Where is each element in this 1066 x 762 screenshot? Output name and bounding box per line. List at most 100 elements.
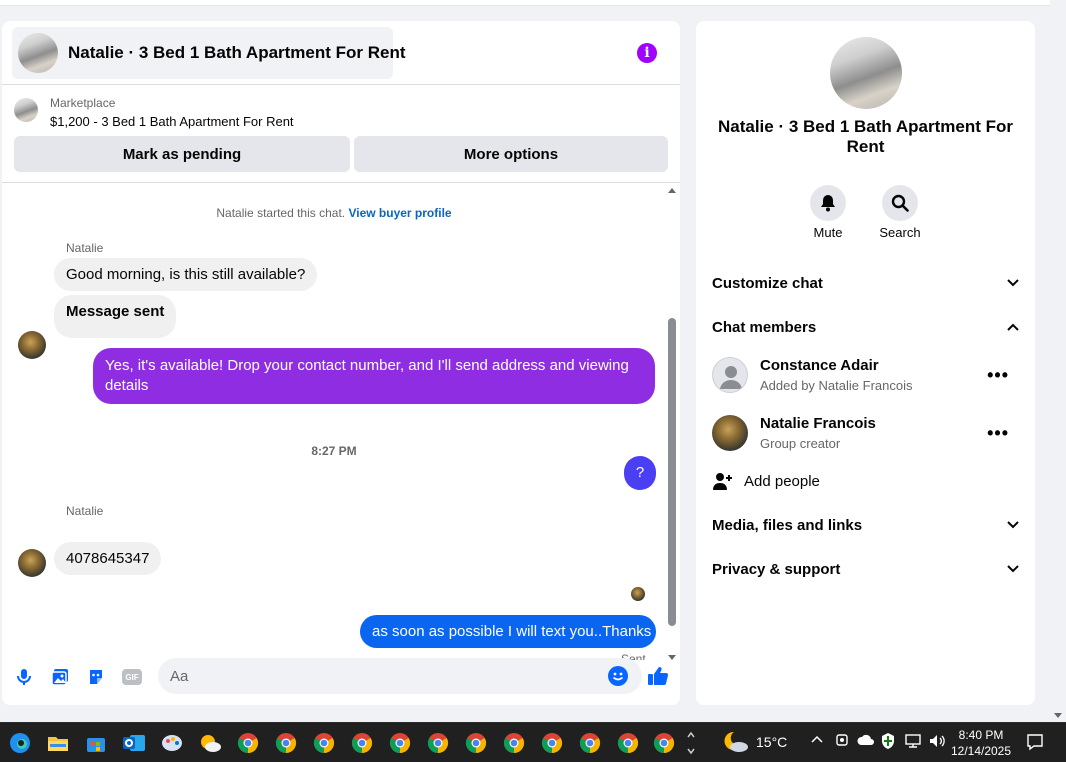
chrome-icon[interactable] [350, 731, 374, 755]
chrome-icon[interactable] [312, 731, 336, 755]
chrome-icon[interactable] [502, 731, 526, 755]
more-options-button[interactable]: More options [354, 136, 668, 172]
incoming-message[interactable]: Good morning, is this still available? [54, 258, 318, 291]
outgoing-message[interactable]: ? [624, 456, 656, 490]
read-receipt-avatar [631, 587, 645, 601]
outlook-icon[interactable] [122, 731, 146, 755]
chrome-icon[interactable] [426, 731, 450, 755]
chevron-down-icon [1007, 565, 1019, 573]
natalie-avatar [712, 415, 748, 451]
scroll-up-icon[interactable] [668, 188, 676, 193]
scroll-thumb[interactable] [668, 318, 676, 626]
outgoing-message[interactable]: as soon as possible I will text you..Tha… [360, 615, 656, 648]
volume-icon[interactable] [928, 733, 946, 752]
member-options-icon[interactable]: ••• [987, 365, 1009, 386]
message-thread[interactable]: Natalie started this chat. View buyer pr… [2, 184, 666, 660]
meet-now-icon[interactable] [834, 732, 850, 751]
taskbar-overflow-scroller[interactable] [686, 727, 696, 759]
listing-avatar [18, 33, 58, 73]
member-row[interactable]: Natalie Francois Group creator ••• [712, 415, 1019, 455]
page-scroll-down-icon[interactable] [1054, 713, 1062, 718]
listing-thumbnail[interactable] [14, 98, 38, 122]
listing-title-link[interactable]: $1,200 - 3 Bed 1 Bath Apartment For Rent [50, 114, 294, 129]
clock[interactable]: 8:40 PM 12/14/2025 [950, 727, 1012, 759]
view-buyer-profile-link[interactable]: View buyer profile [348, 206, 451, 220]
incoming-message[interactable]: 4078645347 [54, 542, 162, 575]
weather-icon[interactable] [722, 729, 750, 760]
chat-header: Natalie · 3 Bed 1 Bath Apartment For Ren… [2, 21, 680, 85]
media-files-label: Media, files and links [712, 516, 863, 534]
search-button[interactable]: Search [872, 185, 928, 240]
timestamp-divider: 8:27 PM [311, 444, 357, 458]
page-scrollbar[interactable] [1050, 0, 1066, 722]
natalie-avatar[interactable] [18, 331, 46, 359]
add-people-label: Add people [744, 472, 820, 490]
network-icon[interactable] [904, 733, 922, 752]
system-message: Natalie started this chat. View buyer pr… [2, 206, 666, 220]
search-label: Search [879, 225, 921, 240]
paint-icon[interactable] [160, 731, 184, 755]
member-row[interactable]: Constance Adair Added by Natalie Francoi… [712, 357, 1019, 397]
chat-members-label: Chat members [712, 318, 817, 336]
gif-glyph: GIF [122, 669, 142, 685]
privacy-support-row[interactable]: Privacy & support [712, 557, 1019, 581]
edge-icon[interactable] [8, 731, 32, 755]
incoming-message[interactable]: Message sent [54, 295, 177, 338]
weather-temperature[interactable]: 15°C [756, 734, 787, 750]
sender-name: Natalie [66, 241, 104, 255]
chat-details-panel: Natalie · 3 Bed 1 Bath Apartment For Ren… [696, 21, 1035, 705]
store-icon[interactable] [84, 731, 108, 755]
file-explorer-icon[interactable] [46, 731, 70, 755]
system-tray: 15°C 8:40 PM 12/14/2025 [700, 723, 1066, 762]
sticker-icon[interactable] [86, 667, 106, 687]
chrome-icon[interactable] [388, 731, 412, 755]
emoji-icon[interactable] [608, 666, 628, 686]
message-input-wrapper[interactable] [158, 658, 642, 694]
member-name: Natalie Francois [760, 415, 876, 432]
chrome-icon[interactable] [578, 731, 602, 755]
mark-as-pending-button[interactable]: Mark as pending [14, 136, 350, 172]
privacy-support-label: Privacy & support [712, 560, 841, 578]
browser-top-edge [0, 0, 1050, 6]
message-input[interactable] [158, 658, 598, 694]
chat-header-title-button[interactable]: Natalie · 3 Bed 1 Bath Apartment For Ren… [12, 27, 406, 79]
media-files-row[interactable]: Media, files and links [712, 513, 1019, 537]
outgoing-message[interactable]: Yes, it's available! Drop your contact n… [93, 348, 655, 404]
chevron-down-icon [1007, 521, 1019, 529]
chrome-icon[interactable] [236, 731, 260, 755]
show-hidden-icons-icon[interactable] [810, 732, 824, 749]
chat-details-title: Natalie · 3 Bed 1 Bath Apartment For Ren… [717, 117, 1014, 156]
security-shield-icon[interactable] [880, 732, 896, 753]
member-name: Constance Adair [760, 357, 879, 374]
microphone-icon[interactable] [14, 667, 34, 687]
notifications-icon[interactable] [1026, 733, 1044, 754]
mute-button[interactable]: Mute [800, 185, 856, 240]
gif-icon[interactable]: GIF [122, 667, 142, 687]
chrome-icon[interactable] [274, 731, 298, 755]
natalie-avatar[interactable] [18, 549, 46, 577]
thumbs-up-icon[interactable] [647, 665, 669, 687]
chrome-icon[interactable] [464, 731, 488, 755]
mute-label: Mute [813, 225, 843, 240]
marketplace-label: Marketplace [50, 96, 116, 110]
chrome-icon[interactable] [616, 731, 640, 755]
default-avatar-icon [712, 357, 748, 393]
weather-app-icon[interactable] [198, 731, 222, 755]
add-person-icon [713, 473, 732, 490]
chat-members-row[interactable]: Chat members [712, 315, 1019, 339]
chrome-icon[interactable] [540, 731, 564, 755]
add-people-row[interactable]: Add people [712, 469, 1019, 493]
info-icon[interactable]: i [637, 43, 657, 63]
composer-bar: GIF [2, 657, 680, 705]
system-text: Natalie started this chat. [216, 206, 346, 220]
thread-scrollbar[interactable] [666, 184, 678, 660]
chat-title: Natalie · 3 Bed 1 Bath Apartment For Ren… [68, 43, 406, 62]
photo-icon[interactable] [50, 667, 70, 687]
onedrive-icon[interactable] [856, 733, 876, 750]
member-options-icon[interactable]: ••• [987, 423, 1009, 444]
group-avatar[interactable] [830, 37, 902, 109]
search-icon [882, 185, 918, 221]
clock-time: 8:40 PM [958, 728, 1004, 742]
customize-chat-row[interactable]: Customize chat [712, 271, 1019, 295]
chrome-icon[interactable] [652, 731, 676, 755]
